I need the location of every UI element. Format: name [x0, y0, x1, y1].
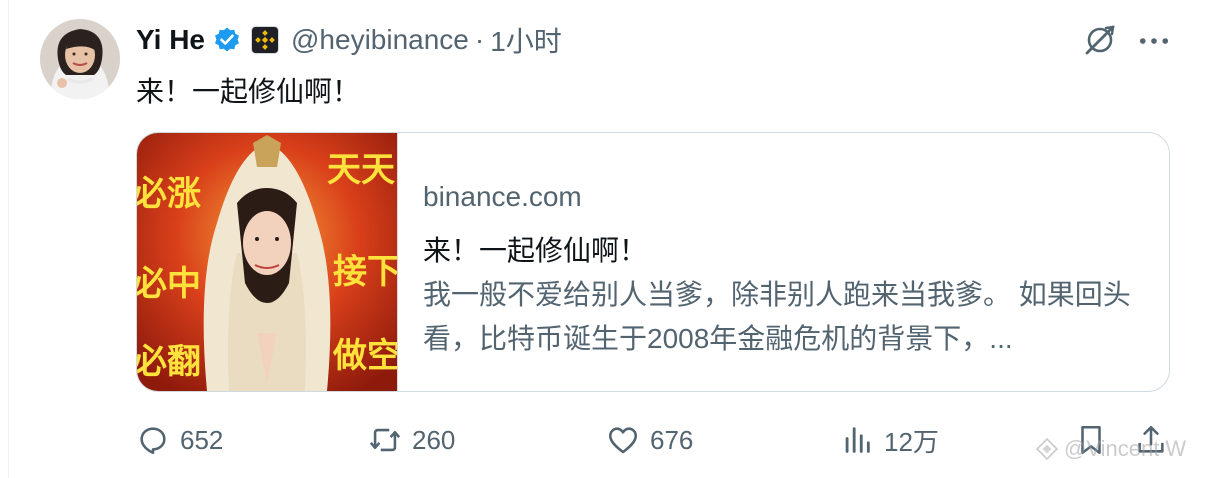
- views-icon: [845, 427, 870, 453]
- card-image-text-6: 做空: [332, 336, 397, 376]
- watermark-text: @Vincent W: [1064, 436, 1187, 461]
- card-image-text-3: 必中: [137, 264, 201, 304]
- like-icon: [608, 427, 638, 454]
- link-card[interactable]: 必涨 天天 必中 接下 必翻 做空 binance.com 来！一起修仙啊！ 我…: [136, 132, 1170, 392]
- card-image-text-1: 必涨: [137, 174, 201, 214]
- more-icon[interactable]: [1138, 26, 1170, 56]
- watermark: @Vincent W: [1036, 436, 1186, 462]
- timeline-border: [8, 0, 9, 478]
- separator-dot: ·: [474, 24, 485, 55]
- card-image-text-4: 接下: [333, 252, 397, 292]
- views-count: 12万: [884, 426, 939, 457]
- tweet-text: 来！一起修仙啊！: [136, 76, 361, 107]
- like-count: 676: [650, 424, 694, 455]
- repost-count: 260: [412, 424, 456, 455]
- reply-count: 652: [180, 424, 224, 455]
- reply-button[interactable]: 652: [136, 418, 223, 462]
- card-domain: binance.com: [423, 181, 582, 212]
- repost-button[interactable]: 260: [368, 418, 455, 462]
- repost-icon: [369, 428, 401, 452]
- card-description: 我一般不爱给别人当爹，除非别人跑来当我爹。 如果回头看，比特币诞生于2008年金…: [423, 279, 1131, 354]
- views-button[interactable]: 12万: [840, 418, 939, 462]
- verified-badge-icon: [213, 26, 241, 54]
- card-image-text-2: 天天: [327, 150, 395, 190]
- author-name[interactable]: Yi He: [136, 24, 205, 56]
- card-image-text-5: 必翻: [137, 342, 201, 382]
- watermark-logo-icon: [1036, 438, 1058, 460]
- tweet-header: Yi He @heyibinance · 1小时: [136, 20, 562, 60]
- avatar[interactable]: [40, 19, 120, 99]
- reply-icon: [140, 427, 166, 455]
- like-button[interactable]: 676: [606, 418, 693, 462]
- timestamp[interactable]: 1小时: [490, 20, 562, 60]
- author-handle[interactable]: @heyibinance: [291, 24, 469, 56]
- binance-affiliate-icon[interactable]: [251, 26, 279, 54]
- card-image[interactable]: 必涨 天天 必中 接下 必翻 做空: [137, 133, 398, 391]
- card-title: 来！一起修仙啊！: [423, 235, 648, 266]
- action-bar: 652 260 676 12万: [136, 418, 1176, 462]
- grok-icon[interactable]: [1082, 22, 1118, 58]
